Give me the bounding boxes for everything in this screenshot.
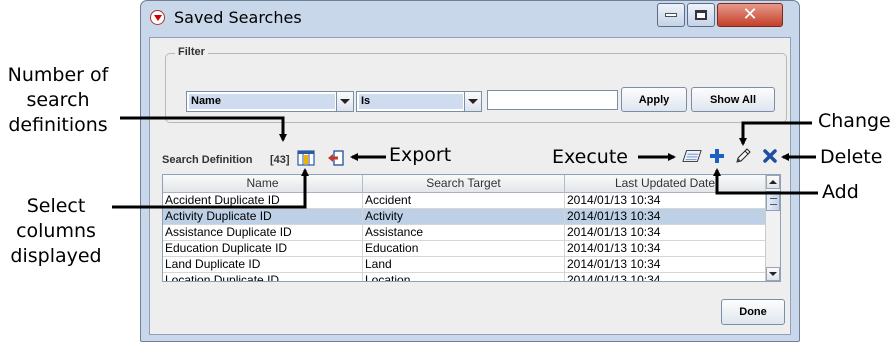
annotation-select-columns: Select columns displayed — [6, 194, 106, 269]
annotation-line: Number of — [7, 64, 109, 86]
cell-name: Education Duplicate ID — [163, 241, 363, 256]
cell-name: Accident Duplicate ID — [163, 193, 363, 208]
search-definition-table: Name Search Target Last Updated Date Acc… — [162, 174, 781, 282]
table-header: Name Search Target Last Updated Date — [163, 175, 766, 193]
annotation-number-of-search-definitions: Number of search definitions — [4, 63, 112, 138]
cell-search-target: Education — [363, 241, 565, 256]
table-row[interactable]: Accident Duplicate ID Accident 2014/01/1… — [163, 193, 766, 209]
table-row[interactable]: Location Duplicate ID Location 2014/01/1… — [163, 273, 766, 281]
select-columns-icon[interactable] — [296, 148, 316, 168]
filter-value-input[interactable] — [487, 90, 618, 110]
cell-search-target: Activity — [363, 209, 565, 224]
cell-last-updated: 2014/01/13 10:34 — [565, 225, 766, 240]
annotation-change: Change — [818, 110, 891, 132]
export-icon[interactable] — [326, 148, 346, 168]
filter-group: Filter Name Is Apply Show All — [165, 46, 787, 123]
annotation-add: Add — [822, 181, 859, 203]
close-button[interactable]: ✕ — [717, 3, 783, 27]
annotation-line: search — [26, 89, 90, 111]
annotation-line: Select — [26, 195, 86, 217]
vertical-scrollbar[interactable] — [765, 175, 780, 281]
annotation-execute: Execute — [552, 146, 628, 168]
filter-field-select[interactable]: Name — [186, 91, 354, 112]
table-row[interactable]: Education Duplicate ID Education 2014/01… — [163, 241, 766, 257]
column-header-name[interactable]: Name — [163, 175, 363, 193]
scroll-up-icon[interactable] — [766, 175, 780, 189]
annotation-line: columns — [16, 220, 96, 242]
table-body: Accident Duplicate ID Accident 2014/01/1… — [163, 193, 766, 281]
execute-icon[interactable] — [682, 146, 702, 166]
annotation-delete: Delete — [820, 146, 883, 168]
table-row-selected[interactable]: Activity Duplicate ID Activity 2014/01/1… — [163, 209, 766, 225]
table-row[interactable]: Assistance Duplicate ID Assistance 2014/… — [163, 225, 766, 241]
filter-operator-select[interactable]: Is — [356, 91, 482, 112]
search-definition-label: Search Definition — [162, 154, 253, 166]
cell-search-target: Accident — [363, 193, 565, 208]
table-row[interactable]: Land Duplicate ID Land 2014/01/13 10:34 — [163, 257, 766, 273]
title-bar[interactable]: Saved Searches ✕ — [141, 1, 799, 37]
cell-search-target: Location — [363, 273, 565, 281]
done-button[interactable]: Done — [721, 299, 785, 325]
search-definition-count: [43] — [270, 154, 290, 166]
cell-last-updated: 2014/01/13 10:34 — [565, 257, 766, 272]
chevron-down-icon[interactable] — [336, 92, 353, 111]
close-icon: ✕ — [742, 4, 758, 25]
cell-name: Activity Duplicate ID — [163, 209, 363, 224]
annotation-export: Export — [389, 144, 452, 166]
maximize-icon — [695, 10, 707, 20]
add-icon[interactable] — [707, 146, 727, 166]
saved-searches-window: Saved Searches ✕ Filter Name Is Apply Sh… — [140, 0, 800, 342]
column-header-last-updated[interactable]: Last Updated Date — [565, 175, 766, 193]
dialog-content: Filter Name Is Apply Show All Search Def… — [149, 37, 791, 335]
cell-name: Assistance Duplicate ID — [163, 225, 363, 240]
filter-operator-value: Is — [359, 94, 463, 109]
cell-last-updated: 2014/01/13 10:34 — [565, 273, 766, 281]
scroll-down-icon[interactable] — [766, 267, 780, 281]
cell-last-updated: 2014/01/13 10:34 — [565, 209, 766, 224]
annotation-line: definitions — [8, 114, 108, 136]
scrollbar-thumb[interactable] — [766, 191, 780, 211]
show-all-button[interactable]: Show All — [691, 87, 775, 112]
cell-name: Land Duplicate ID — [163, 257, 363, 272]
app-logo-icon — [150, 10, 165, 25]
window-title: Saved Searches — [174, 8, 302, 27]
pencil-icon[interactable] — [733, 146, 753, 166]
cell-search-target: Assistance — [363, 225, 565, 240]
cell-search-target: Land — [363, 257, 565, 272]
column-header-search-target[interactable]: Search Target — [363, 175, 565, 193]
delete-icon[interactable] — [760, 146, 780, 166]
chevron-down-icon[interactable] — [464, 92, 481, 111]
filter-field-value: Name — [189, 94, 335, 109]
minimize-icon — [665, 13, 677, 17]
annotation-line: displayed — [10, 245, 102, 267]
apply-button[interactable]: Apply — [621, 87, 687, 112]
cell-last-updated: 2014/01/13 10:34 — [565, 241, 766, 256]
cell-name: Location Duplicate ID — [163, 273, 363, 281]
maximize-button[interactable] — [687, 3, 715, 27]
filter-legend: Filter — [175, 46, 208, 58]
cell-last-updated: 2014/01/13 10:34 — [565, 193, 766, 208]
minimize-button[interactable] — [657, 3, 685, 27]
